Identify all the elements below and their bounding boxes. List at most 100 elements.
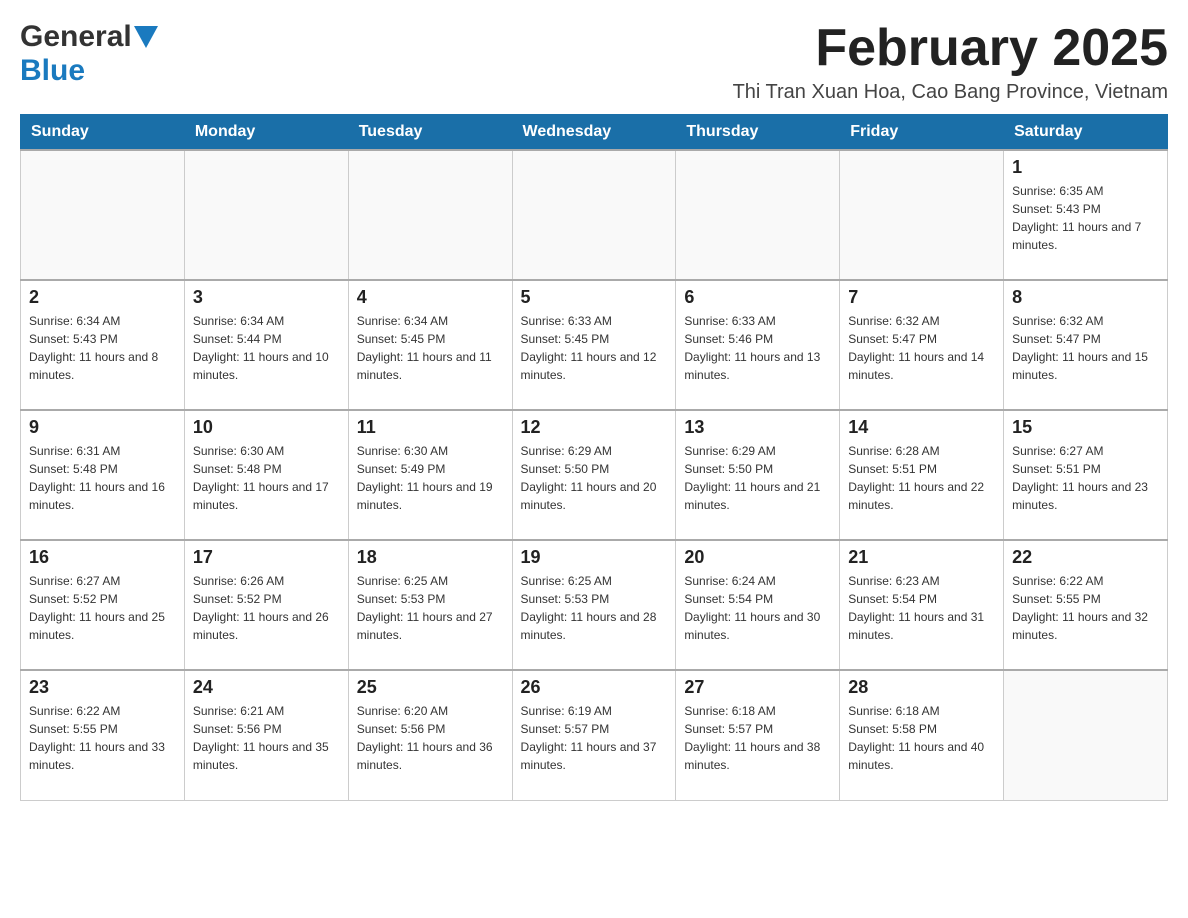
location-title: Thi Tran Xuan Hoa, Cao Bang Province, Vi…	[733, 81, 1168, 104]
day-info: Sunrise: 6:18 AMSunset: 5:58 PMDaylight:…	[848, 702, 995, 774]
day-info: Sunrise: 6:33 AMSunset: 5:45 PMDaylight:…	[521, 312, 668, 384]
day-info: Sunrise: 6:28 AMSunset: 5:51 PMDaylight:…	[848, 442, 995, 514]
day-number: 23	[29, 677, 176, 698]
logo-blue-text: Blue	[20, 54, 85, 87]
day-info: Sunrise: 6:35 AMSunset: 5:43 PMDaylight:…	[1012, 182, 1159, 254]
calendar-cell	[1004, 670, 1168, 800]
calendar-cell: 20Sunrise: 6:24 AMSunset: 5:54 PMDayligh…	[676, 540, 840, 670]
calendar-cell	[512, 150, 676, 280]
calendar-cell	[348, 150, 512, 280]
day-info: Sunrise: 6:34 AMSunset: 5:44 PMDaylight:…	[193, 312, 340, 384]
calendar-week-row: 9Sunrise: 6:31 AMSunset: 5:48 PMDaylight…	[21, 410, 1168, 540]
day-number: 6	[684, 287, 831, 308]
day-number: 8	[1012, 287, 1159, 308]
day-info: Sunrise: 6:27 AMSunset: 5:52 PMDaylight:…	[29, 572, 176, 644]
day-info: Sunrise: 6:23 AMSunset: 5:54 PMDaylight:…	[848, 572, 995, 644]
calendar-cell: 22 Sunrise: 6:22 AMSunset: 5:55 PMDayligh…	[1004, 540, 1168, 670]
day-info: Sunrise: 6:24 AMSunset: 5:54 PMDaylight:…	[684, 572, 831, 644]
calendar-cell: 23 Sunrise: 6:22 AMSunset: 5:55 PMDayligh…	[21, 670, 185, 800]
calendar-cell: 11 Sunrise: 6:30 AMSunset: 5:49 PMDayligh…	[348, 410, 512, 540]
day-info: Sunrise: 6:18 AMSunset: 5:57 PMDaylight:…	[684, 702, 831, 774]
calendar-cell: 26 Sunrise: 6:19 AMSunset: 5:57 PMDayligh…	[512, 670, 676, 800]
calendar-cell: 25 Sunrise: 6:20 AMSunset: 5:56 PMDayligh…	[348, 670, 512, 800]
calendar-cell: 2Sunrise: 6:34 AMSunset: 5:43 PMDaylight…	[21, 280, 185, 410]
day-info: Sunrise: 6:27 AMSunset: 5:51 PMDaylight:…	[1012, 442, 1159, 514]
calendar-table: SundayMondayTuesdayWednesdayThursdayFrid…	[20, 114, 1168, 801]
calendar-cell: 7Sunrise: 6:32 AMSunset: 5:47 PMDaylight…	[840, 280, 1004, 410]
day-number: 7	[848, 287, 995, 308]
calendar-cell: 10 Sunrise: 6:30 AMSunset: 5:48 PMDayligh…	[184, 410, 348, 540]
day-number: 5	[521, 287, 668, 308]
day-number: 25	[357, 677, 504, 698]
calendar-cell	[184, 150, 348, 280]
day-info: Sunrise: 6:21 AMSunset: 5:56 PMDaylight:…	[193, 702, 340, 774]
day-number: 19	[521, 547, 668, 568]
calendar-cell: 8 Sunrise: 6:32 AMSunset: 5:47 PMDaylight…	[1004, 280, 1168, 410]
day-number: 14	[848, 417, 995, 438]
day-number: 18	[357, 547, 504, 568]
day-number: 2	[29, 287, 176, 308]
day-number: 27	[684, 677, 831, 698]
day-info: Sunrise: 6:25 AMSunset: 5:53 PMDaylight:…	[521, 572, 668, 644]
calendar-week-row: 23 Sunrise: 6:22 AMSunset: 5:55 PMDayligh…	[21, 670, 1168, 800]
calendar-cell	[676, 150, 840, 280]
calendar-cell: 15 Sunrise: 6:27 AMSunset: 5:51 PMDayligh…	[1004, 410, 1168, 540]
page-header: General Blue February 2025 Thi Tran Xuan…	[20, 20, 1168, 104]
day-number: 1	[1012, 157, 1159, 178]
calendar-header-row: SundayMondayTuesdayWednesdayThursdayFrid…	[21, 115, 1168, 151]
day-info: Sunrise: 6:30 AMSunset: 5:48 PMDaylight:…	[193, 442, 340, 514]
day-number: 17	[193, 547, 340, 568]
day-info: Sunrise: 6:22 AMSunset: 5:55 PMDaylight:…	[29, 702, 176, 774]
calendar-cell: 21 Sunrise: 6:23 AMSunset: 5:54 PMDayligh…	[840, 540, 1004, 670]
day-number: 16	[29, 547, 176, 568]
day-number: 13	[684, 417, 831, 438]
calendar-cell: 24 Sunrise: 6:21 AMSunset: 5:56 PMDayligh…	[184, 670, 348, 800]
day-number: 3	[193, 287, 340, 308]
calendar-cell: 6 Sunrise: 6:33 AMSunset: 5:46 PMDaylight…	[676, 280, 840, 410]
calendar-header-wednesday: Wednesday	[512, 115, 676, 151]
calendar-header-tuesday: Tuesday	[348, 115, 512, 151]
calendar-cell: 14 Sunrise: 6:28 AMSunset: 5:51 PMDayligh…	[840, 410, 1004, 540]
logo-triangle-icon	[134, 26, 158, 50]
title-block: February 2025 Thi Tran Xuan Hoa, Cao Ban…	[733, 20, 1168, 104]
day-info: Sunrise: 6:22 AMSunset: 5:55 PMDaylight:…	[1012, 572, 1159, 644]
day-info: Sunrise: 6:29 AMSunset: 5:50 PMDaylight:…	[684, 442, 831, 514]
calendar-cell: 17 Sunrise: 6:26 AMSunset: 5:52 PMDayligh…	[184, 540, 348, 670]
day-info: Sunrise: 6:34 AMSunset: 5:45 PMDaylight:…	[357, 312, 504, 384]
calendar-cell: 1 Sunrise: 6:35 AMSunset: 5:43 PMDaylight…	[1004, 150, 1168, 280]
day-info: Sunrise: 6:26 AMSunset: 5:52 PMDaylight:…	[193, 572, 340, 644]
calendar-cell: 27 Sunrise: 6:18 AMSunset: 5:57 PMDayligh…	[676, 670, 840, 800]
calendar-cell: 13 Sunrise: 6:29 AMSunset: 5:50 PMDayligh…	[676, 410, 840, 540]
calendar-cell	[840, 150, 1004, 280]
day-info: Sunrise: 6:20 AMSunset: 5:56 PMDaylight:…	[357, 702, 504, 774]
calendar-cell: 16 Sunrise: 6:27 AMSunset: 5:52 PMDayligh…	[21, 540, 185, 670]
month-title: February 2025	[733, 20, 1168, 77]
calendar-header-thursday: Thursday	[676, 115, 840, 151]
calendar-week-row: 2Sunrise: 6:34 AMSunset: 5:43 PMDaylight…	[21, 280, 1168, 410]
day-info: Sunrise: 6:33 AMSunset: 5:46 PMDaylight:…	[684, 312, 831, 384]
day-number: 12	[521, 417, 668, 438]
logo-general-text: General	[20, 20, 132, 54]
day-number: 26	[521, 677, 668, 698]
calendar-cell: 5 Sunrise: 6:33 AMSunset: 5:45 PMDaylight…	[512, 280, 676, 410]
calendar-cell: 3 Sunrise: 6:34 AMSunset: 5:44 PMDaylight…	[184, 280, 348, 410]
day-number: 10	[193, 417, 340, 438]
day-number: 11	[357, 417, 504, 438]
day-number: 15	[1012, 417, 1159, 438]
calendar-cell: 12 Sunrise: 6:29 AMSunset: 5:50 PMDayligh…	[512, 410, 676, 540]
day-info: Sunrise: 6:32 AMSunset: 5:47 PMDaylight:…	[1012, 312, 1159, 384]
calendar-cell: 28Sunrise: 6:18 AMSunset: 5:58 PMDayligh…	[840, 670, 1004, 800]
day-number: 21	[848, 547, 995, 568]
calendar-cell	[21, 150, 185, 280]
calendar-cell: 18Sunrise: 6:25 AMSunset: 5:53 PMDayligh…	[348, 540, 512, 670]
logo: General Blue	[20, 20, 158, 88]
day-number: 24	[193, 677, 340, 698]
day-info: Sunrise: 6:30 AMSunset: 5:49 PMDaylight:…	[357, 442, 504, 514]
day-number: 22	[1012, 547, 1159, 568]
calendar-week-row: 16 Sunrise: 6:27 AMSunset: 5:52 PMDayligh…	[21, 540, 1168, 670]
day-info: Sunrise: 6:31 AMSunset: 5:48 PMDaylight:…	[29, 442, 176, 514]
day-info: Sunrise: 6:29 AMSunset: 5:50 PMDaylight:…	[521, 442, 668, 514]
day-info: Sunrise: 6:19 AMSunset: 5:57 PMDaylight:…	[521, 702, 668, 774]
calendar-header-friday: Friday	[840, 115, 1004, 151]
calendar-cell: 4Sunrise: 6:34 AMSunset: 5:45 PMDaylight…	[348, 280, 512, 410]
